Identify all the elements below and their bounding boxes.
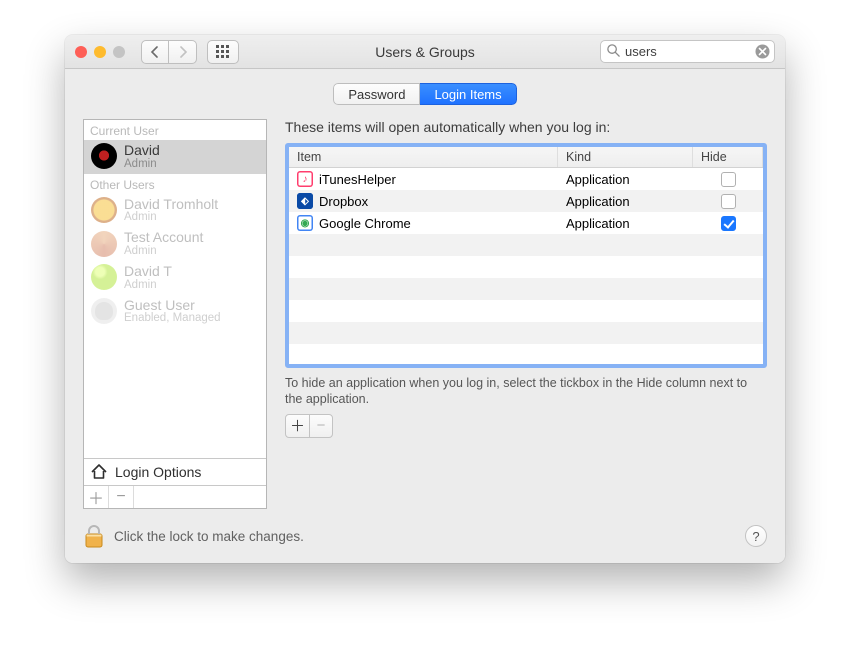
- login-options-label: Login Options: [115, 464, 201, 480]
- item-name: Google Chrome: [319, 216, 411, 231]
- user-name: Guest User: [124, 298, 221, 313]
- item-name: iTunesHelper: [319, 172, 396, 187]
- hide-checkbox[interactable]: [721, 216, 736, 231]
- user-name: David Tromholt: [124, 197, 218, 212]
- minimize-window-button[interactable]: [94, 46, 106, 58]
- user-role: Admin: [124, 158, 160, 170]
- avatar: [91, 197, 117, 223]
- back-button[interactable]: [141, 40, 169, 64]
- help-glyph: ?: [752, 529, 759, 544]
- user-name: David: [124, 143, 160, 158]
- content: Password Login Items Current UserDavidAd…: [65, 69, 785, 521]
- show-all-button[interactable]: [207, 40, 239, 64]
- avatar: [91, 143, 117, 169]
- preferences-window: Users & Groups Password Login Items Curr…: [65, 35, 785, 563]
- lock-row: Click the lock to make changes. ?: [65, 521, 785, 563]
- col-item[interactable]: Item: [289, 147, 558, 167]
- search-field-wrap: [600, 40, 775, 63]
- table-row[interactable]: ♪ iTunesHelper Application: [289, 168, 763, 190]
- close-window-button[interactable]: [75, 46, 87, 58]
- add-login-item-button[interactable]: ＋: [286, 415, 309, 437]
- itunes-icon: ♪: [297, 171, 313, 187]
- table-row: [289, 300, 763, 322]
- hint-text: To hide an application when you log in, …: [285, 375, 767, 408]
- user-row[interactable]: DavidAdmin: [84, 140, 266, 174]
- login-options-button[interactable]: Login Options: [84, 459, 266, 486]
- window-controls: [75, 46, 125, 58]
- lock-message: Click the lock to make changes.: [114, 529, 304, 544]
- user-row[interactable]: David TAdmin: [84, 261, 266, 295]
- section-other-users: Other Users: [84, 174, 266, 194]
- user-row[interactable]: Test AccountAdmin: [84, 227, 266, 261]
- tab-login-items-label: Login Items: [434, 87, 501, 102]
- user-name: David T: [124, 264, 172, 279]
- table-header: Item Kind Hide: [289, 147, 763, 168]
- user-row[interactable]: Guest UserEnabled, Managed: [84, 295, 266, 329]
- lock-icon[interactable]: [83, 523, 105, 549]
- tab-password-label: Password: [348, 87, 405, 102]
- col-hide[interactable]: Hide: [693, 147, 763, 167]
- login-items-pane: These items will open automatically when…: [285, 119, 767, 509]
- dropbox-icon: ⬖: [297, 193, 313, 209]
- table-row[interactable]: ◉ Google Chrome Application: [289, 212, 763, 234]
- tab-switcher: Password Login Items: [333, 83, 516, 105]
- nav-back-forward: [141, 40, 197, 64]
- user-role: Admin: [124, 211, 218, 223]
- user-role: Enabled, Managed: [124, 312, 221, 324]
- pane-description: These items will open automatically when…: [285, 119, 767, 135]
- table-row: [289, 256, 763, 278]
- add-user-button[interactable]: ＋: [84, 486, 109, 508]
- users-sidebar: Current UserDavidAdminOther UsersDavid T…: [83, 119, 267, 509]
- user-row[interactable]: David TromholtAdmin: [84, 194, 266, 228]
- user-role: Admin: [124, 245, 203, 257]
- remove-user-button[interactable]: −: [109, 486, 134, 508]
- help-button[interactable]: ?: [745, 525, 767, 547]
- item-kind: Application: [558, 172, 693, 187]
- hide-checkbox[interactable]: [721, 172, 736, 187]
- forward-button[interactable]: [169, 40, 197, 64]
- item-kind: Application: [558, 216, 693, 231]
- search-input[interactable]: [600, 40, 775, 63]
- login-items-table: Item Kind Hide ♪iTunesHelperApplication⬖…: [285, 143, 767, 368]
- user-role: Admin: [124, 279, 172, 291]
- table-row[interactable]: ⬖ Dropbox Application: [289, 190, 763, 212]
- table-row: [289, 322, 763, 344]
- avatar: [91, 298, 117, 324]
- col-kind[interactable]: Kind: [558, 147, 693, 167]
- table-row: [289, 344, 763, 366]
- user-name: Test Account: [124, 230, 203, 245]
- table-row: [289, 278, 763, 300]
- titlebar: Users & Groups: [65, 35, 785, 69]
- sidebar-footer: Login Options ＋ −: [84, 458, 266, 508]
- section-current-user: Current User: [84, 120, 266, 140]
- tab-password[interactable]: Password: [333, 83, 420, 105]
- sidebar-add-remove: ＋ −: [84, 486, 266, 508]
- tab-login-items[interactable]: Login Items: [420, 83, 516, 105]
- login-items-add-remove: ＋ −: [285, 414, 333, 438]
- avatar: [91, 231, 117, 257]
- hide-checkbox[interactable]: [721, 194, 736, 209]
- table-row: [289, 234, 763, 256]
- zoom-window-button[interactable]: [113, 46, 125, 58]
- chrome-icon: ◉: [297, 215, 313, 231]
- item-name: Dropbox: [319, 194, 368, 209]
- clear-search-button[interactable]: [755, 44, 770, 59]
- item-kind: Application: [558, 194, 693, 209]
- avatar: [91, 264, 117, 290]
- house-icon: [90, 463, 108, 481]
- remove-login-item-button[interactable]: −: [309, 415, 332, 437]
